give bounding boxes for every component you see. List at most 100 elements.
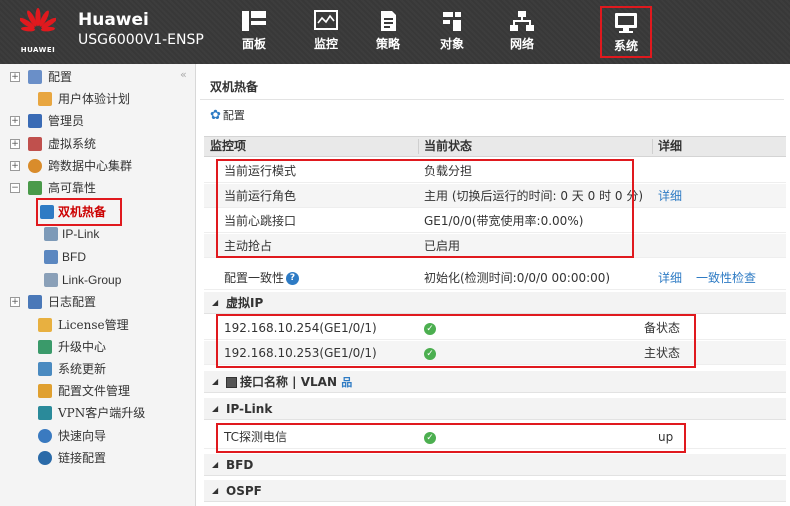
license-icon — [38, 318, 52, 332]
network-topology-icon[interactable]: 品 — [341, 376, 352, 389]
section-title: OSPF — [226, 484, 262, 498]
section-ip-link[interactable]: ◢ IP-Link — [204, 398, 786, 420]
detail-link[interactable]: 详细 — [658, 266, 682, 290]
nav-monitor[interactable]: 监控 — [300, 6, 352, 58]
admin-icon — [28, 114, 42, 128]
table-row: 配置一致性? 初始化(检测时间:0/0/0 00:00:00) 详细 一致性检查 — [204, 266, 786, 290]
expand-toggle[interactable]: + — [10, 161, 20, 171]
config-icon — [28, 70, 42, 84]
hot-standby-icon — [40, 205, 54, 219]
object-icon — [443, 12, 461, 31]
sidebar-item-label: 虚拟系统 — [48, 137, 97, 151]
header-monitor-item: 监控项 — [210, 139, 247, 153]
nav-network[interactable]: 网络 — [496, 6, 548, 58]
config-file-icon — [38, 384, 52, 398]
quick-wizard-icon — [38, 429, 52, 443]
logo-wordmark: HUAWEI — [20, 46, 56, 54]
config-link[interactable]: ✿ 配置 — [210, 106, 245, 126]
sidebar-nav: « + 配置 用户体验计划 + 管理员 + 虚拟系统 + 跨数据中心集群 − 高… — [0, 64, 196, 506]
cluster-icon — [28, 159, 42, 173]
section-bfd[interactable]: ◢ BFD — [204, 454, 786, 476]
expand-toggle[interactable]: + — [10, 297, 20, 307]
consistency-check-link[interactable]: 一致性检查 — [696, 266, 756, 290]
collapse-triangle-icon: ◢ — [212, 486, 219, 495]
expand-toggle[interactable]: + — [10, 72, 20, 82]
sidebar-item-label: Link-Group — [62, 273, 122, 287]
system-update-icon — [38, 362, 52, 376]
monitor-icon — [314, 10, 338, 30]
nav-label: 系统 — [613, 39, 638, 53]
nav-label: 监控 — [313, 37, 338, 51]
system-icon — [615, 13, 637, 33]
link-group-icon — [44, 273, 58, 287]
sidebar-item-label: 管理员 — [48, 114, 85, 128]
section-title: IP-Link — [226, 402, 273, 416]
section-virtual-ip[interactable]: ◢ 虚拟IP — [204, 292, 786, 314]
log-config-icon — [28, 295, 42, 309]
section-ospf[interactable]: ◢ OSPF — [204, 480, 786, 502]
sidebar-item-label: 日志配置 — [48, 295, 97, 309]
high-reliability-icon — [28, 181, 42, 195]
section-interface-vlan[interactable]: ◢ 接口名称 | VLAN 品 — [204, 371, 786, 393]
nav-policy[interactable]: 策略 — [362, 6, 414, 58]
status-value: 初始化(检测时间:0/0/0 00:00:00) — [424, 271, 611, 285]
highlight-box-ip-link — [216, 423, 686, 453]
nav-label: 网络 — [509, 37, 534, 51]
nav-label: 对象 — [439, 37, 464, 51]
collapse-triangle-icon: ◢ — [212, 404, 219, 413]
table-header: 监控项 当前状态 详细 — [204, 136, 786, 157]
collapse-toggle[interactable]: − — [10, 183, 20, 193]
link-config-icon — [38, 451, 52, 465]
interface-icon — [226, 377, 237, 388]
vpn-client-icon — [38, 406, 52, 420]
help-icon[interactable]: ? — [286, 272, 300, 285]
sidebar-item-label: 双机热备 — [58, 205, 107, 219]
header-detail: 详细 — [658, 139, 683, 153]
sidebar-item-label: IP-Link — [62, 227, 100, 241]
sidebar-item-label: 跨数据中心集群 — [48, 159, 133, 173]
collapse-triangle-icon: ◢ — [212, 298, 219, 307]
main-content: 双机热备 ✿ 配置 监控项 当前状态 详细 当前运行模式 负载分担 当前运行角色 … — [200, 64, 790, 506]
section-title-wrap: 接口名称 | VLAN 品 — [226, 371, 352, 394]
column-divider — [652, 139, 653, 154]
gear-icon: ✿ — [210, 108, 221, 123]
sidebar-item-label: 配置文件管理 — [58, 384, 131, 398]
breadcrumb: 双机热备 — [200, 74, 784, 100]
user-experience-icon — [38, 92, 52, 106]
nav-system[interactable]: 系统 — [600, 6, 652, 58]
dashboard-icon — [242, 11, 266, 31]
sidebar-item-label: 配置 — [48, 70, 73, 84]
collapse-triangle-icon: ◢ — [212, 377, 219, 386]
section-title: 虚拟IP — [226, 296, 264, 310]
nav-dashboard[interactable]: 面板 — [228, 6, 280, 58]
section-title: 接口名称 | VLAN — [240, 375, 338, 389]
highlight-box-ha-status — [216, 159, 634, 258]
policy-icon — [381, 11, 396, 31]
huawei-logo-icon — [20, 8, 56, 32]
highlight-box-virtual-ip — [216, 314, 696, 368]
huawei-logo: HUAWEI — [16, 8, 60, 54]
sidebar-item-label: 链接配置 — [58, 451, 107, 465]
detail-link[interactable]: 详细 — [658, 184, 682, 208]
bfd-icon — [44, 250, 58, 264]
column-divider — [418, 139, 419, 154]
network-icon — [510, 11, 534, 31]
collapse-sidebar-icon[interactable]: « — [180, 68, 187, 81]
expand-toggle[interactable]: + — [10, 139, 20, 149]
virtual-system-icon — [28, 137, 42, 151]
sidebar-item-label: BFD — [62, 250, 86, 264]
monitor-item: 配置一致性? — [224, 266, 300, 290]
device-model: USG6000V1-ENSP — [78, 32, 204, 48]
header-current-status: 当前状态 — [424, 139, 473, 153]
top-header-bar: HUAWEI Huawei USG6000V1-ENSP 面板 监控 策略 对象… — [0, 0, 790, 64]
section-title: BFD — [226, 458, 254, 472]
sidebar-item-label: License管理 — [58, 318, 129, 332]
nav-object[interactable]: 对象 — [426, 6, 478, 58]
sidebar-item-label: VPN客户端升级 — [58, 406, 146, 420]
sidebar-item-label: 高可靠性 — [48, 181, 97, 195]
expand-toggle[interactable]: + — [10, 116, 20, 126]
sidebar-item-label: 系统更新 — [58, 362, 107, 376]
config-link-label: 配置 — [222, 109, 245, 122]
sidebar-item-label: 升级中心 — [58, 340, 107, 354]
brand-name: Huawei — [78, 10, 149, 30]
